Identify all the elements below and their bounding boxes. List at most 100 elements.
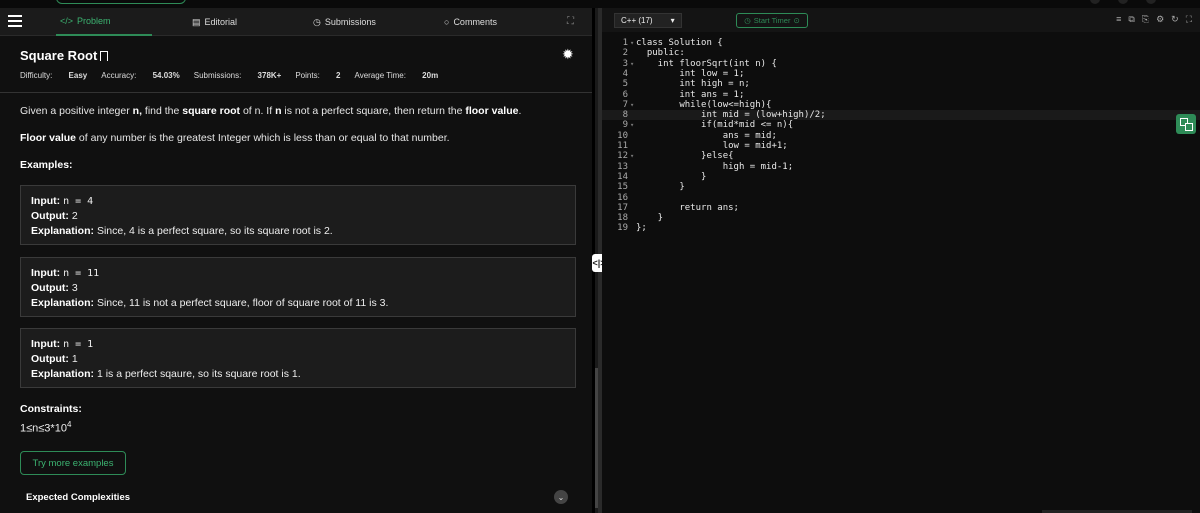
code-line[interactable]: 3 ▾ int floorSqrt(int n) {	[602, 59, 1200, 69]
top-pill	[56, 0, 186, 4]
fullscreen-icon[interactable]: ⛶	[1186, 14, 1192, 25]
line-number: 18	[617, 213, 628, 224]
line-number: 6	[622, 89, 628, 100]
bookmark-icon[interactable]	[100, 51, 109, 61]
example-box: Input: n = 4 Output: 2 Explanation: Sinc…	[20, 185, 576, 245]
code-text: int mid = (low+high)/2;	[636, 110, 826, 121]
code-line[interactable]: 12 ▾ }else{	[602, 151, 1200, 161]
code-line[interactable]: 11 low = mid+1;	[602, 141, 1200, 151]
fold-icon[interactable]: ▾	[630, 151, 634, 161]
example-box: Input: n = 1 Output: 1 Explanation: 1 is…	[20, 328, 576, 388]
line-number: 17	[617, 202, 628, 213]
line-number: 16	[617, 192, 628, 203]
code-line[interactable]: 13 high = mid-1;	[602, 162, 1200, 172]
bug-icon[interactable]: ✹	[562, 46, 574, 63]
code-line[interactable]: 7 ▾ while(low<=high){	[602, 100, 1200, 110]
points-value: 2	[336, 71, 341, 80]
code-line[interactable]: 18 }	[602, 213, 1200, 223]
code-text: int low = 1;	[636, 68, 745, 79]
examples-heading: Examples:	[20, 159, 73, 171]
line-number: 9	[622, 120, 628, 131]
constraint-text: 1≤n≤3*104	[20, 420, 72, 435]
tab-label: Submissions	[324, 17, 376, 27]
code-line[interactable]: 16	[602, 193, 1200, 203]
code-text: public:	[636, 48, 685, 59]
code-text: }	[636, 182, 685, 193]
code-text: if(mid*mid <= n){	[636, 120, 794, 131]
line-number: 14	[617, 171, 628, 182]
code-text: ans = mid;	[636, 130, 777, 141]
tab-editorial[interactable]: ▤ Editorial	[192, 8, 237, 36]
code-text: int floorSqrt(int n) {	[636, 58, 777, 69]
play-icon: ⊙	[793, 16, 800, 25]
line-number: 2	[622, 48, 628, 59]
code-line[interactable]: 8 int mid = (low+high)/2;	[602, 110, 1200, 121]
code-icon: </>	[60, 16, 74, 26]
line-number: 19	[617, 223, 628, 234]
code-text: class Solution {	[636, 38, 723, 48]
accuracy-value: 54.03%	[152, 71, 180, 80]
menu-icon[interactable]	[8, 15, 22, 29]
code-text: }else{	[636, 151, 734, 162]
document-icon: ▤	[192, 17, 201, 27]
fold-icon[interactable]: ▾	[630, 100, 634, 110]
code-text: high = mid-1;	[636, 161, 794, 172]
top-dot	[1146, 0, 1156, 4]
fold-icon[interactable]: ▾	[630, 38, 634, 48]
editor-toolbar: C++ (17) ▾ ◷ Start Timer ⊙ ≡ ⧉ ⎘ ⚙ ↻ ⛶	[602, 8, 1200, 32]
fold-icon[interactable]: ▾	[630, 120, 634, 130]
line-number: 1	[622, 38, 628, 48]
start-timer-button[interactable]: ◷ Start Timer ⊙	[736, 13, 808, 28]
code-text: }	[636, 213, 664, 224]
example-box: Input: n = 11 Output: 3 Explanation: Sin…	[20, 257, 576, 317]
code-text: low = mid+1;	[636, 141, 788, 151]
code-line[interactable]: 17 return ans;	[602, 203, 1200, 213]
tab-comments[interactable]: ○ Comments	[444, 8, 497, 36]
chat-icon[interactable]	[1176, 114, 1196, 134]
list-icon[interactable]: ≡	[1116, 14, 1121, 25]
code-line[interactable]: 9 ▾ if(mid*mid <= n){	[602, 120, 1200, 130]
code-text: return ans;	[636, 202, 739, 213]
code-line[interactable]: 5 int high = n;	[602, 79, 1200, 89]
tab-label: Editorial	[204, 17, 238, 27]
chevron-down-icon[interactable]: ⌄	[554, 490, 568, 504]
code-line[interactable]: 6 int ans = 1;	[602, 90, 1200, 100]
settings-icon[interactable]: ⚙	[1156, 14, 1164, 25]
expected-complexities-heading[interactable]: Expected Complexities	[26, 492, 130, 503]
export-icon[interactable]: ⎘	[1142, 14, 1149, 25]
try-more-examples-button[interactable]: Try more examples	[20, 451, 126, 475]
top-dot	[1090, 0, 1100, 4]
tab-submissions[interactable]: ◷ Submissions	[313, 8, 376, 36]
tab-bar: </> Problem ▤ Editorial ◷ Submissions ○ …	[0, 8, 592, 36]
code-line[interactable]: 1 ▾ class Solution {	[602, 38, 1200, 48]
fold-icon[interactable]: ▾	[630, 59, 634, 69]
tab-problem[interactable]: </> Problem	[56, 8, 152, 36]
tab-label: Problem	[77, 16, 111, 26]
tab-label: Comments	[453, 17, 497, 27]
code-editor[interactable]: 1 ▾ class Solution {2 public: 3 ▾ int floorS…	[602, 32, 1200, 513]
line-number: 12	[617, 151, 628, 162]
line-number: 15	[617, 182, 628, 193]
reset-icon[interactable]: ↻	[1171, 14, 1179, 25]
divider	[0, 92, 592, 93]
code-line[interactable]: 19};	[602, 223, 1200, 233]
expand-icon[interactable]: ⛶	[567, 16, 574, 27]
code-line[interactable]: 10 ans = mid;	[602, 131, 1200, 141]
code-text: };	[636, 223, 647, 234]
code-line[interactable]: 15 }	[602, 182, 1200, 192]
chevron-down-icon: ▾	[670, 16, 675, 25]
timer-icon: ◷	[744, 16, 751, 25]
language-select[interactable]: C++ (17) ▾	[614, 13, 682, 28]
code-line[interactable]: 2 public:	[602, 48, 1200, 58]
code-line[interactable]: 4 int low = 1;	[602, 69, 1200, 79]
avg-time-value: 20m	[422, 71, 439, 80]
problem-title: Square Root	[20, 48, 109, 63]
problem-meta: Difficulty: Easy Accuracy: 54.03% Submis…	[20, 71, 439, 80]
top-dot	[1118, 0, 1128, 4]
line-number: 5	[622, 79, 628, 90]
code-text: int ans = 1;	[636, 89, 745, 100]
copy-icon[interactable]: ⧉	[1128, 14, 1134, 25]
code-line[interactable]: 14 }	[602, 172, 1200, 182]
code-text: int high = n;	[636, 79, 750, 90]
top-bar	[0, 0, 1200, 8]
